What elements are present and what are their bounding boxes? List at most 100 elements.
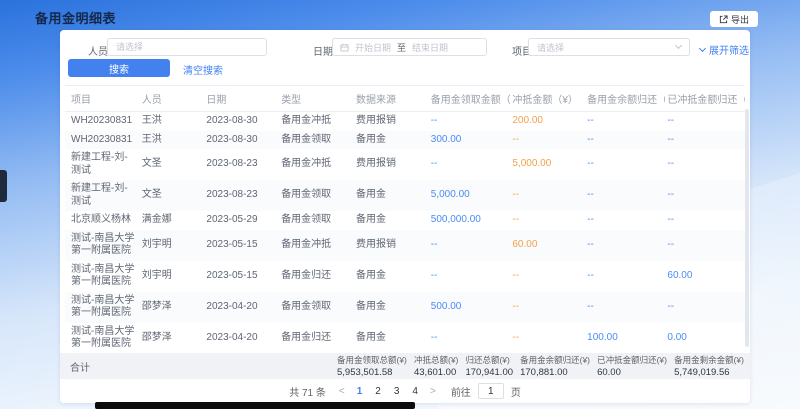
cell-person: 王洪 bbox=[140, 112, 205, 131]
cell-amount-offset-returned: -- bbox=[665, 230, 745, 261]
project-select-placeholder: 请选择 bbox=[537, 41, 564, 54]
cell-source: 费用报销 bbox=[354, 112, 429, 131]
cell-date: 2023-05-15 bbox=[204, 230, 279, 261]
cell-amount-balance-returned: -- bbox=[585, 292, 665, 323]
cell-amount-offset-returned: -- bbox=[665, 149, 745, 180]
summary-item-value: 5,953,501.58 bbox=[337, 367, 407, 378]
cell-amount-offset-returned: -- bbox=[665, 180, 745, 211]
page-numbers: 1234 bbox=[354, 386, 421, 397]
cell-amount-balance-returned: -- bbox=[585, 180, 665, 211]
column-header-project: 项目 bbox=[65, 86, 140, 112]
taskbar-strip bbox=[95, 402, 415, 409]
cell-amount-offset-returned: -- bbox=[665, 112, 745, 131]
column-header-amount-balance-returned: 备用金余额归还（¥） bbox=[585, 86, 665, 112]
cell-type: 备用金领取 bbox=[279, 180, 354, 211]
summary-item-label: 已冲抵金额归还(¥) bbox=[597, 354, 667, 366]
cell-amount-offset-returned: 0.00 bbox=[665, 323, 745, 354]
summary-item-label: 备用金领取总额(¥) bbox=[337, 354, 407, 366]
chevron-down-icon bbox=[675, 42, 682, 49]
cell-person: 满金娜 bbox=[140, 211, 205, 230]
search-button[interactable]: 搜索 bbox=[68, 59, 170, 77]
table-row: WH20230831王洪2023-08-30备用金冲抵费用报销--200.00-… bbox=[65, 112, 745, 131]
summary-item-value: 170,881.00 bbox=[520, 367, 590, 378]
cell-amount-offset: -- bbox=[510, 180, 585, 211]
date-filter-label: 日期 bbox=[313, 43, 333, 58]
cell-source: 备用金 bbox=[354, 131, 429, 150]
cell-amount-balance-returned: -- bbox=[585, 261, 665, 292]
column-header-date: 日期 bbox=[204, 86, 279, 112]
cell-amount-balance-returned: -- bbox=[585, 230, 665, 261]
cell-amount-offset: -- bbox=[510, 292, 585, 323]
cell-source: 备用金 bbox=[354, 292, 429, 323]
table-row: 北京顺义杨林满金娜2023-05-29备用金领取备用金500,000.00---… bbox=[65, 211, 745, 230]
chevron-down-icon bbox=[699, 44, 706, 51]
cell-project: 测试-南昌大学第一附属医院 bbox=[65, 230, 140, 261]
cell-amount-balance-returned: -- bbox=[585, 149, 665, 180]
goto-page-suffix: 页 bbox=[511, 384, 521, 399]
person-filter-input[interactable] bbox=[107, 38, 267, 56]
table-row: 新建工程-刘-测试文圣2023-08-23备用金冲抵费用报销--5,000.00… bbox=[65, 149, 745, 180]
prev-page-icon[interactable]: < bbox=[337, 386, 347, 397]
page-number-4[interactable]: 4 bbox=[409, 386, 421, 397]
goto-page-input[interactable] bbox=[478, 383, 504, 399]
cell-type: 备用金领取 bbox=[279, 211, 354, 230]
cell-type: 备用金归还 bbox=[279, 323, 354, 354]
goto-page-label: 前往 bbox=[451, 384, 471, 399]
column-header-type: 类型 bbox=[279, 86, 354, 112]
summary-item: 备用金领取总额(¥)5,953,501.58 bbox=[337, 354, 407, 378]
table-header-row: 项目人员日期类型数据来源备用金领取金额（¥）冲抵金额（¥）备用金余额归还（¥）已… bbox=[65, 86, 745, 112]
start-date-placeholder[interactable]: 开始日期 bbox=[355, 41, 391, 54]
cell-person: 文圣 bbox=[140, 149, 205, 180]
cell-source: 费用报销 bbox=[354, 149, 429, 180]
cell-amount-received: 500,000.00 bbox=[429, 211, 511, 230]
page-number-1[interactable]: 1 bbox=[354, 386, 366, 397]
cell-date: 2023-05-15 bbox=[204, 261, 279, 292]
clear-search-button[interactable]: 清空搜索 bbox=[183, 62, 223, 77]
cell-source: 备用金 bbox=[354, 180, 429, 211]
cell-project: 新建工程-刘-测试 bbox=[65, 180, 140, 211]
summary-item-value: 43,601.00 bbox=[414, 367, 458, 378]
export-icon bbox=[719, 15, 728, 24]
cell-amount-offset: -- bbox=[510, 211, 585, 230]
cell-amount-offset: -- bbox=[510, 261, 585, 292]
cell-date: 2023-04-20 bbox=[204, 292, 279, 323]
cell-amount-offset: -- bbox=[510, 131, 585, 150]
cell-source: 备用金 bbox=[354, 323, 429, 354]
cell-date: 2023-08-23 bbox=[204, 180, 279, 211]
table-row: WH20230831王洪2023-08-30备用金领取备用金300.00----… bbox=[65, 131, 745, 150]
cell-project: 北京顺义杨林 bbox=[65, 211, 140, 230]
date-range-picker[interactable]: 开始日期 至 结束日期 bbox=[332, 38, 487, 56]
cell-amount-offset-returned: -- bbox=[665, 131, 745, 150]
cell-amount-offset-returned: -- bbox=[665, 292, 745, 323]
cell-source: 备用金 bbox=[354, 261, 429, 292]
calendar-icon bbox=[340, 43, 349, 52]
next-page-icon[interactable]: > bbox=[428, 386, 438, 397]
pagination-total: 共 71 条 bbox=[289, 384, 326, 399]
table-row: 测试-南昌大学第一附属医院邵梦泽2023-04-20备用金归还备用金----10… bbox=[65, 323, 745, 354]
cell-amount-balance-returned: 100.00 bbox=[585, 323, 665, 354]
cell-date: 2023-08-23 bbox=[204, 149, 279, 180]
summary-item-value: 60.00 bbox=[597, 367, 667, 378]
project-filter-select[interactable]: 请选择 bbox=[528, 38, 690, 56]
cell-type: 备用金冲抵 bbox=[279, 112, 354, 131]
summary-item-value: 5,749,019.56 bbox=[674, 367, 744, 378]
cell-type: 备用金归还 bbox=[279, 261, 354, 292]
summary-total-label: 合计 bbox=[60, 359, 90, 374]
column-header-person: 人员 bbox=[140, 86, 205, 112]
person-filter-label: 人员 bbox=[88, 43, 108, 58]
cell-project: 测试-南昌大学第一附属医院 bbox=[65, 292, 140, 323]
summary-row: 合计 备用金领取总额(¥)5,953,501.58 冲抵总额(¥)43,601.0… bbox=[60, 353, 750, 379]
summary-item: 冲抵总额(¥)43,601.00 bbox=[414, 354, 458, 378]
summary-item: 备用金剩余金额(¥)5,749,019.56 bbox=[674, 354, 744, 378]
cell-type: 备用金冲抵 bbox=[279, 230, 354, 261]
export-button[interactable]: 导出 bbox=[710, 11, 758, 27]
page-number-2[interactable]: 2 bbox=[372, 386, 384, 397]
end-date-placeholder[interactable]: 结束日期 bbox=[412, 41, 448, 54]
cell-date: 2023-04-20 bbox=[204, 323, 279, 354]
pagination-bar: 共 71 条 < 1234 > 前往 页 bbox=[60, 379, 750, 403]
expand-filters-link[interactable]: 展开筛选 bbox=[700, 42, 749, 57]
vertical-scrollbar[interactable] bbox=[745, 109, 749, 347]
cell-person: 文圣 bbox=[140, 180, 205, 211]
page-number-3[interactable]: 3 bbox=[391, 386, 403, 397]
drawer-handle[interactable] bbox=[0, 170, 7, 202]
